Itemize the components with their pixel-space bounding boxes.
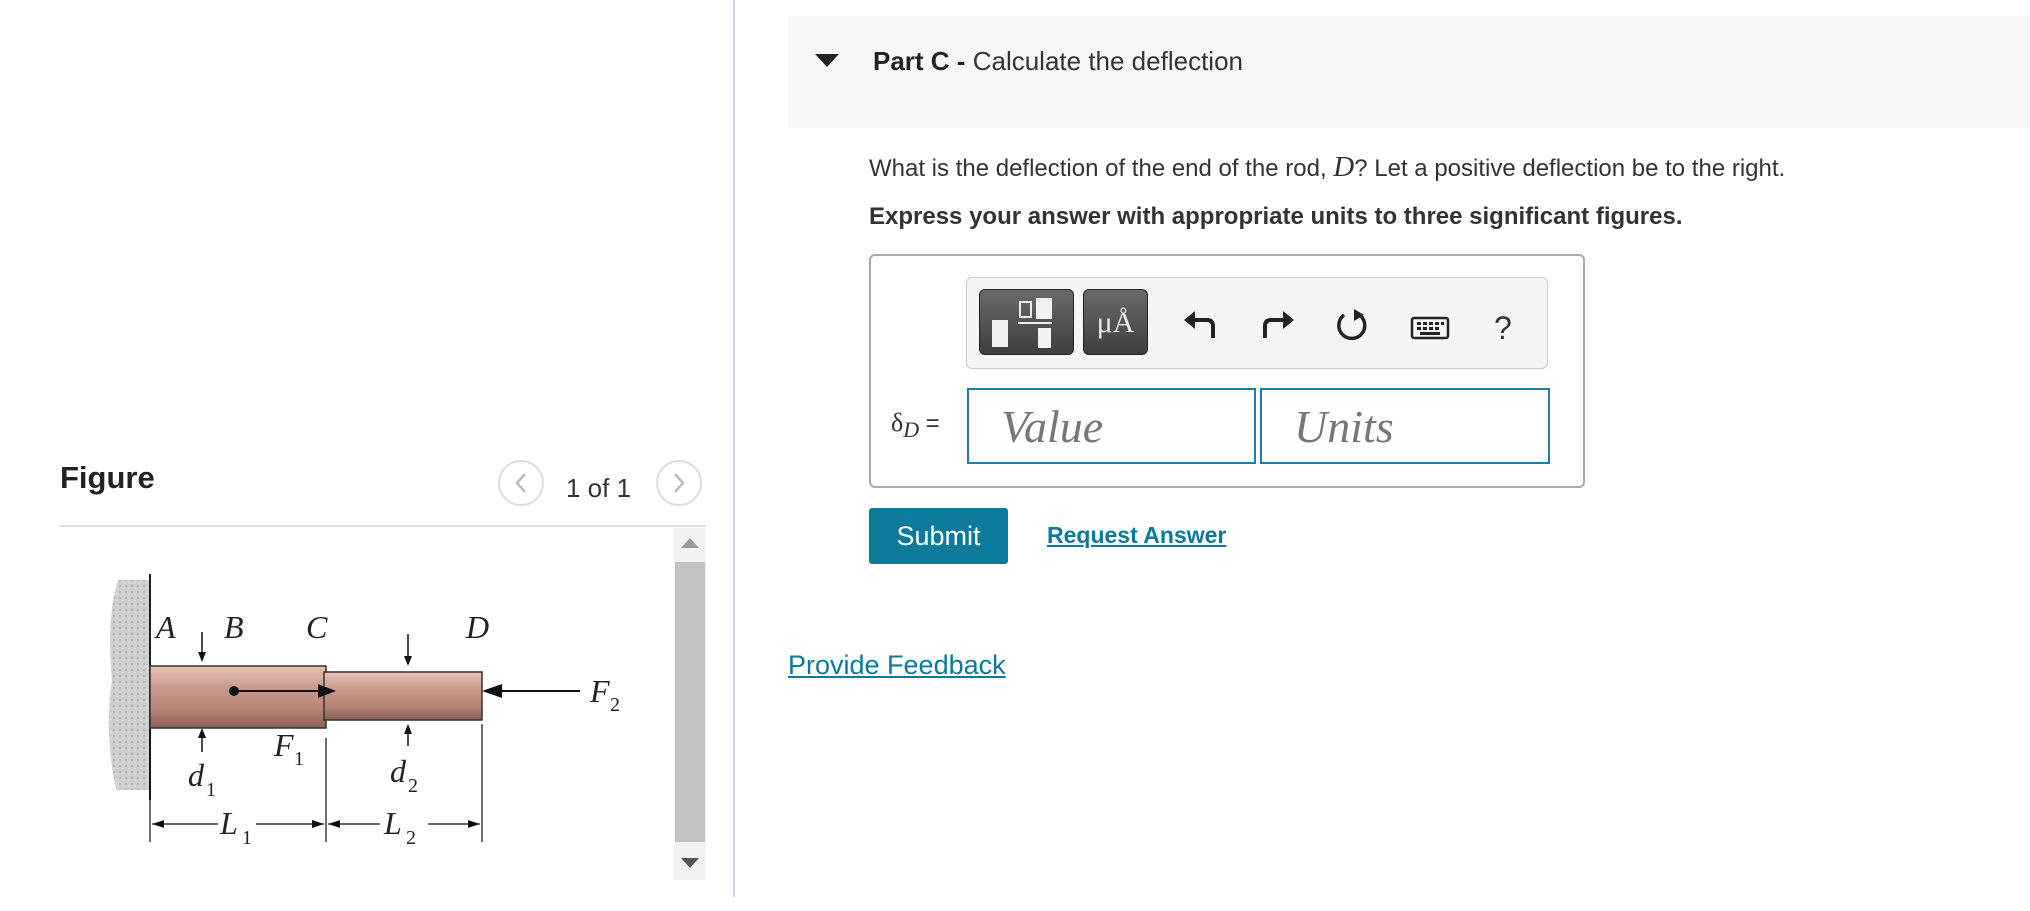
request-answer-link[interactable]: Request Answer [1047,522,1226,549]
answer-variable-label: δD = [891,408,940,443]
units-button[interactable]: μÅ [1083,289,1148,355]
redo-icon[interactable] [1261,308,1297,344]
question-suffix: ? Let a positive deflection be to the ri… [1354,155,1786,182]
answer-instruction: Express your answer with appropriate uni… [869,203,1683,230]
label-f2: F [589,673,610,709]
figure-title: Figure [60,460,155,495]
label-c: C [306,609,328,645]
delta-symbol: δ [891,408,904,437]
label-l1-sub: 1 [242,827,252,849]
part-title-text: Calculate the deflection [972,46,1243,76]
label-d1-sub: 1 [206,779,216,801]
label-f2-sub: 2 [610,694,620,716]
templates-icon [992,298,1052,348]
help-icon[interactable]: ? [1494,310,1512,347]
equals-sign: = [925,410,940,437]
part-label: Part C - [873,46,966,76]
label-l2: L [383,805,402,841]
question-text: What is the deflection of the end of the… [869,151,1785,184]
question-prefix: What is the deflection of the end of the… [869,155,1334,182]
figure-panel: Figure 1 of 1 A B C D F 1 F 2 d 1 d 2 L … [0,0,733,911]
submit-button[interactable]: Submit [869,508,1008,564]
figure-scrollbar-thumb[interactable] [675,562,705,842]
part-title: Part C - Calculate the deflection [873,46,1243,77]
previous-figure-button[interactable] [498,460,544,506]
collapse-caret-icon[interactable] [815,54,839,67]
label-l1: L [219,805,238,841]
next-figure-button[interactable] [656,460,702,506]
label-a: A [154,609,176,645]
rod-segment-1 [149,665,327,729]
fixed-wall [108,580,150,790]
delta-subscript: D [903,417,920,443]
keyboard-icon[interactable] [1410,308,1450,344]
label-f1: F [273,727,294,763]
provide-feedback-link[interactable]: Provide Feedback [788,650,1006,681]
templates-button[interactable] [979,289,1074,355]
rod-segment-2 [323,671,483,721]
label-d: D [465,609,489,645]
label-d2: d [390,753,407,789]
label-d1: d [188,757,205,793]
question-variable: D [1333,151,1355,183]
scroll-up-arrow-icon[interactable] [681,538,699,548]
panel-divider[interactable] [733,0,735,897]
chevron-left-icon [515,473,526,493]
chevron-right-icon [674,473,685,493]
undo-icon[interactable] [1181,308,1217,344]
figure-page-indicator: 1 of 1 [566,473,632,503]
scroll-down-arrow-icon[interactable] [681,858,699,868]
reset-icon[interactable] [1334,308,1370,344]
label-l2-sub: 2 [406,827,416,849]
figure-divider [60,525,706,527]
rod-figure: A B C D F 1 F 2 d 1 d 2 L 1 L 2 [108,574,620,849]
label-d2-sub: 2 [408,775,418,797]
label-f1-sub: 1 [294,748,304,770]
units-input[interactable] [1260,388,1550,464]
value-input[interactable] [967,388,1256,464]
label-b: B [224,609,244,645]
